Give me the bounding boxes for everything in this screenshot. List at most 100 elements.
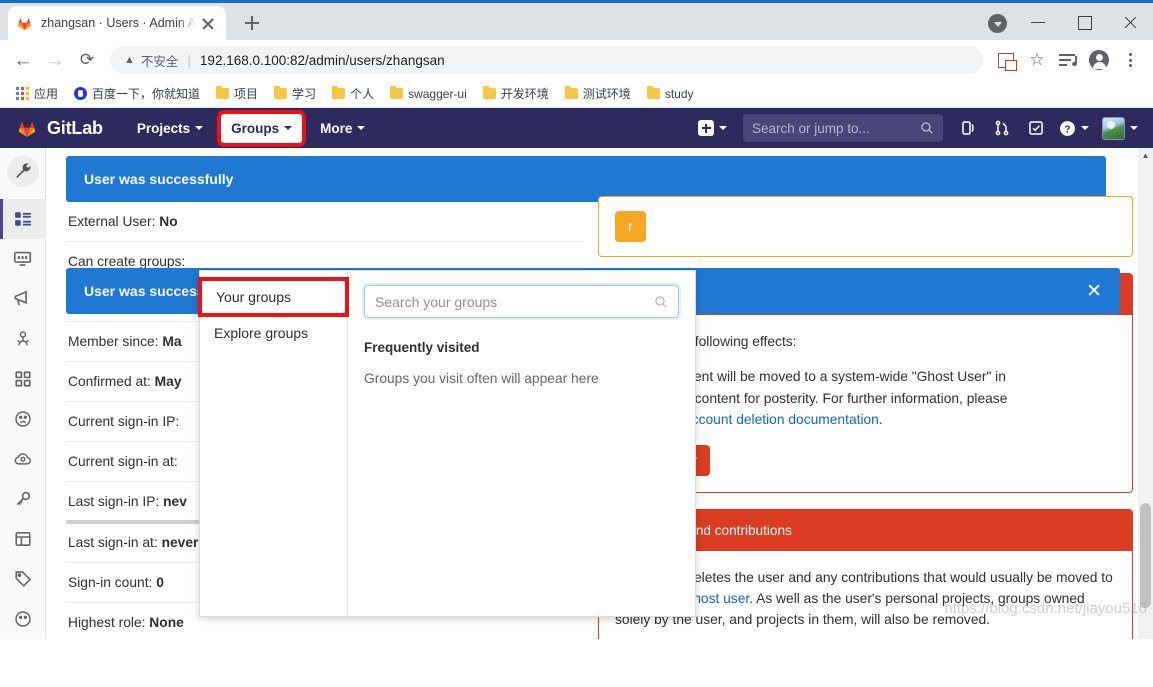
bookmark-folder-study[interactable]: study	[641, 84, 700, 104]
folder-icon	[216, 85, 230, 99]
address-bar[interactable]: ▲ 不安全 | 192.168.0.100:82/admin/users/zha…	[110, 46, 983, 74]
bookmark-folder-xiangmu[interactable]: 项目	[210, 82, 264, 105]
info-value: 0	[156, 575, 164, 590]
sidebar-item-overview[interactable]	[0, 198, 46, 239]
todos-button[interactable]	[1021, 113, 1051, 143]
chevron-down-icon	[357, 126, 366, 130]
kebab-menu-icon	[1128, 53, 1132, 67]
issues-button[interactable]	[953, 113, 983, 143]
info-label: External User:	[68, 214, 156, 229]
scrollbar-thumb[interactable]	[1140, 503, 1151, 608]
bookmark-folder-test[interactable]: 测试环境	[559, 82, 637, 105]
global-search-input[interactable]: Search or jump to...	[743, 114, 943, 142]
dropdown-tab-label: Your groups	[216, 289, 291, 305]
reload-button[interactable]: ⟳	[72, 45, 102, 75]
info-label: Last sign-in at:	[68, 535, 158, 550]
bookmark-label: 测试环境	[582, 87, 631, 101]
warning-card-button[interactable]: r	[615, 211, 646, 242]
maximize-button[interactable]	[1061, 3, 1107, 43]
bookmark-folder-xuexi[interactable]: 学习	[268, 82, 322, 105]
chevron-down-icon	[284, 126, 293, 130]
info-value: Ma	[162, 334, 182, 349]
bookmark-apps[interactable]: 应用	[10, 82, 64, 105]
nav-item-more[interactable]: More	[310, 114, 375, 143]
sidebar-item-analytics[interactable]	[0, 319, 46, 359]
chrome-profile-button[interactable]	[1084, 45, 1114, 75]
scroll-up-arrow-icon[interactable]: ▲	[1138, 148, 1153, 163]
sidebar-item-abuse-reports[interactable]	[0, 399, 46, 439]
browser-window: zhangsan · Users · Admin Area ← → ⟳ ▲ 不安…	[0, 0, 1153, 687]
media-playlist-button[interactable]	[1053, 45, 1083, 75]
baidu-icon	[74, 87, 88, 100]
user-menu-button[interactable]	[1097, 112, 1143, 145]
bookmark-label: 应用	[34, 87, 59, 101]
new-item-button[interactable]	[692, 114, 733, 142]
browser-tab[interactable]: zhangsan · Users · Admin Area	[8, 6, 226, 40]
info-value: May	[154, 374, 182, 389]
alert-close-icon[interactable]: ✕	[1086, 280, 1102, 303]
close-window-button[interactable]	[1107, 3, 1153, 43]
sidebar-item-messages[interactable]	[0, 279, 46, 319]
dropdown-tab-your-groups[interactable]: Your groups	[202, 281, 345, 313]
sidebar-item-labels-panel[interactable]	[0, 519, 46, 559]
list-item: External User: No	[66, 202, 584, 242]
gitlab-logo-icon	[16, 118, 38, 139]
search-icon	[654, 295, 668, 309]
groups-search-field[interactable]	[364, 285, 679, 318]
bookmark-label: 项目	[234, 87, 259, 101]
help-button[interactable]: ?	[1055, 113, 1093, 143]
folder-icon	[332, 85, 346, 99]
info-label: Sign-in count:	[68, 575, 153, 590]
nav-item-projects[interactable]: Projects	[127, 114, 213, 143]
minimize-button[interactable]	[1015, 3, 1061, 43]
warning-card: r	[598, 196, 1133, 257]
new-tab-button[interactable]	[238, 9, 266, 37]
gitlab-navbar: GitLab Projects Groups More Search or ju…	[0, 108, 1153, 148]
sidebar-item-deploy-keys[interactable]	[0, 479, 46, 519]
sidebar-item-appearance[interactable]	[0, 599, 46, 639]
bookmark-baidu[interactable]: 百度一下，你就知道	[68, 82, 206, 105]
info-value: No	[159, 214, 178, 229]
groups-dropdown-panel: Frequently visited Groups you visit ofte…	[348, 271, 695, 616]
info-value: never	[161, 535, 199, 550]
sidebar-item-tag[interactable]	[0, 559, 46, 599]
bookmark-folder-swagger-ui[interactable]: swagger-ui	[384, 84, 473, 104]
sidebar-item-admin-wrench[interactable]	[6, 156, 39, 187]
tab-close-icon[interactable]	[198, 13, 218, 33]
browser-titlebar: zhangsan · Users · Admin Area	[0, 0, 1153, 40]
gitlab-nav-menu: Projects Groups More	[127, 113, 376, 143]
chrome-menu-button[interactable]	[1115, 45, 1145, 75]
bookmark-folder-dev[interactable]: 开发环境	[477, 82, 555, 105]
user-avatar	[1102, 116, 1125, 140]
chevron-down-icon	[719, 126, 727, 130]
nav-item-groups[interactable]: Groups	[221, 113, 303, 143]
bookmark-star-button[interactable]: ☆	[1022, 45, 1052, 75]
reload-icon: ⟳	[79, 50, 95, 69]
search-icon	[920, 121, 934, 135]
info-value: nev	[163, 494, 187, 509]
merge-requests-button[interactable]	[987, 113, 1017, 143]
gitlab-home-link[interactable]: GitLab	[16, 118, 103, 139]
alert-message: User was successfully	[84, 171, 234, 187]
info-label: Can create groups:	[68, 254, 186, 269]
search-your-groups-input[interactable]	[375, 293, 654, 310]
info-label: Highest role:	[68, 615, 146, 630]
sidebar-item-monitoring[interactable]	[0, 239, 46, 279]
sidebar-item-applications[interactable]	[0, 359, 46, 399]
playlist-icon	[1059, 53, 1077, 67]
page-vertical-scrollbar[interactable]: ▲	[1138, 148, 1153, 639]
forward-button[interactable]: →	[40, 45, 70, 75]
plus-icon	[698, 120, 714, 136]
browser-profile-badge-icon[interactable]	[988, 14, 1007, 33]
window-controls	[988, 3, 1153, 43]
back-button[interactable]: ←	[8, 45, 38, 75]
folder-icon	[274, 85, 288, 99]
translate-button[interactable]	[991, 45, 1021, 75]
bookmark-folder-geren[interactable]: 个人	[326, 82, 380, 105]
sidebar-item-kubernetes[interactable]	[0, 439, 46, 479]
gitlab-page: GitLab Projects Groups More Search or ju…	[0, 108, 1153, 639]
browser-toolbar: ← → ⟳ ▲ 不安全 | 192.168.0.100:82/admin/use…	[0, 40, 1153, 80]
nav-item-label: More	[320, 120, 353, 136]
dropdown-tab-explore-groups[interactable]: Explore groups	[200, 317, 347, 349]
bookmarks-bar: 应用 百度一下，你就知道 项目 学习 个人 swagger-ui 开发环境 测试…	[0, 80, 1153, 108]
